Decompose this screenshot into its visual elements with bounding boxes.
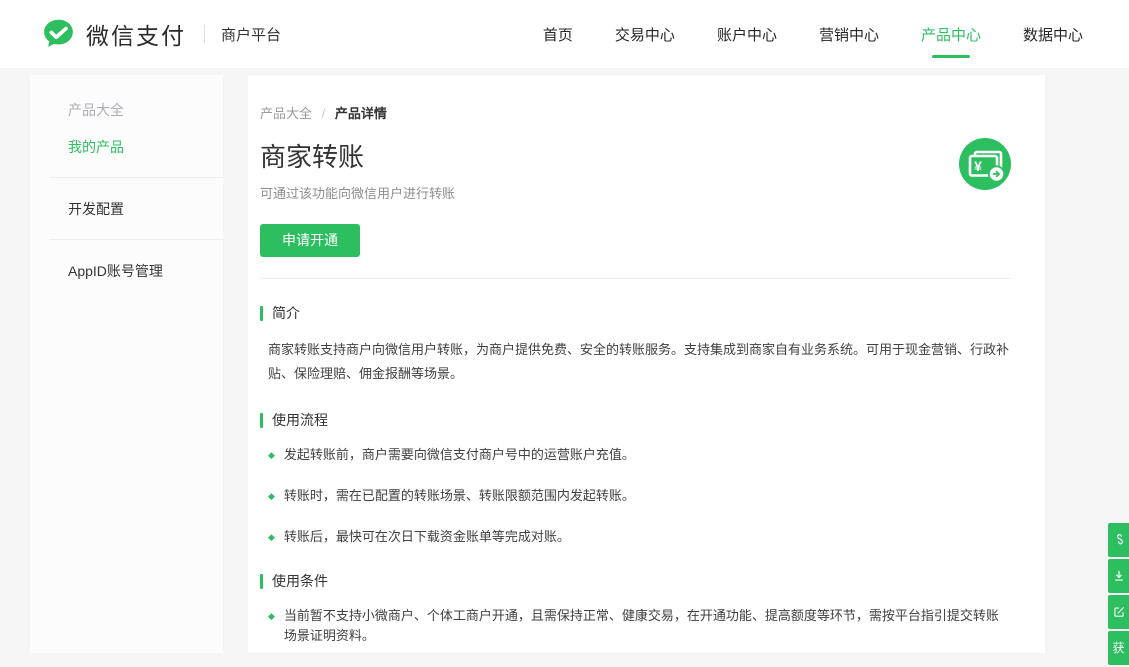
- section-title-bar: [260, 574, 263, 589]
- diamond-bullet-icon: ◆: [268, 445, 275, 465]
- currency-symbol: ¥: [974, 158, 982, 174]
- nav-item-trade[interactable]: 交易中心: [615, 0, 675, 71]
- section-usage-flow: 使用流程 ◆ 发起转账前，商户需要向微信支付商户号中的运营账户充值。 ◆ 转账时，需在已…: [260, 410, 1010, 547]
- sidebar-list: 产品大全我的产品开发配置 AppID账号管理: [30, 103, 223, 279]
- diamond-bullet-icon: ◆: [268, 606, 275, 646]
- bullet-text: 转账后，最快可在次日下载资金账单等完成对账。: [284, 527, 570, 547]
- sidebar-item-all-products[interactable]: 产品大全: [30, 103, 223, 118]
- sidebar-divider: [50, 177, 223, 178]
- top-header: 微信支付 商户平台 首页交易中心账户中心营销中心产品中心数据中心: [0, 0, 1129, 68]
- section-title: 使用流程: [260, 410, 1010, 430]
- edit-icon: [1112, 605, 1126, 619]
- section-body: 商家转账支持商户向微信用户转账，为商户提供免费、安全的转账服务。支持集成到商家自…: [260, 338, 1010, 386]
- bullet-item: ◆ 转账时，需在已配置的转账场景、转账限额范围内发起转账。: [268, 486, 1010, 506]
- breadcrumb-separator: /: [322, 106, 326, 121]
- section-usage-condition: 使用条件 ◆当前暂不支持小微商户、个体工商户开通，且需保持正常、健康交易，在开通功…: [260, 571, 1010, 646]
- nav-item-product[interactable]: 产品中心: [921, 0, 981, 71]
- breadcrumb-parent[interactable]: 产品大全: [260, 106, 312, 121]
- wechat-pay-logo-icon: [40, 16, 77, 53]
- header-content-divider: [260, 278, 1010, 279]
- sidebar-item-appid-manage[interactable]: AppID账号管理: [30, 264, 223, 279]
- download-icon: [1112, 569, 1126, 583]
- section-title-text: 简介: [272, 303, 300, 323]
- float-button-download[interactable]: [1108, 559, 1129, 593]
- s-hook-icon: [1112, 533, 1126, 547]
- product-detail-panel: 产品大全 / 产品详情 商家转账 可通过该功能向微信用户进行转账 申请开通 ¥ …: [248, 75, 1045, 653]
- section-title-bar: [260, 306, 263, 321]
- bullet-item: ◆当前暂不支持小微商户、个体工商户开通，且需保持正常、健康交易，在开通功能、提高…: [268, 606, 1010, 646]
- bullet-item: ◆ 转账后，最快可在次日下载资金账单等完成对账。: [268, 527, 1010, 547]
- breadcrumb: 产品大全 / 产品详情: [260, 103, 1010, 122]
- bullet-item: ◆ 发起转账前，商户需要向微信支付商户号中的运营账户充值。: [268, 445, 1010, 465]
- bullet-text: 发起转账前，商户需要向微信支付商户号中的运营账户充值。: [284, 445, 635, 465]
- float-button-help[interactable]: 获: [1108, 631, 1129, 665]
- main-nav: 首页交易中心账户中心营销中心产品中心数据中心: [543, 0, 1083, 71]
- float-button-feedback[interactable]: [1108, 595, 1129, 629]
- diamond-bullet-icon: ◆: [268, 527, 275, 547]
- sidebar-item-my-products[interactable]: 我的产品: [30, 140, 223, 155]
- bullet-text: 转账时，需在已配置的转账场景、转账限额范围内发起转账。: [284, 486, 635, 506]
- sidebar: 产品大全我的产品开发配置 AppID账号管理: [30, 75, 223, 653]
- section-title: 使用条件: [260, 571, 1010, 591]
- nav-item-account[interactable]: 账户中心: [717, 0, 777, 71]
- section-body: ◆ 发起转账前，商户需要向微信支付商户号中的运营账户充值。 ◆ 转账时，需在已配置的转…: [260, 445, 1010, 547]
- section-title: 简介: [260, 303, 1010, 323]
- section-title-text: 使用条件: [272, 571, 328, 591]
- page-title: 商家转账: [260, 137, 1010, 174]
- merchant-transfer-icon: ¥: [958, 137, 1012, 191]
- nav-item-data[interactable]: 数据中心: [1023, 0, 1083, 71]
- nav-item-marketing[interactable]: 营销中心: [819, 0, 879, 71]
- section-intro: 简介商家转账支持商户向微信用户转账，为商户提供免费、安全的转账服务。支持集成到商…: [260, 303, 1010, 386]
- sections-container: 简介商家转账支持商户向微信用户转账，为商户提供免费、安全的转账服务。支持集成到商…: [260, 303, 1010, 646]
- float-button-hook[interactable]: [1108, 523, 1129, 557]
- sidebar-item-dev-config[interactable]: 开发配置: [30, 202, 223, 217]
- section-paragraph: 商家转账支持商户向微信用户转账，为商户提供免费、安全的转账服务。支持集成到商家自…: [268, 338, 1010, 386]
- brand-name: 微信支付: [86, 17, 186, 51]
- diamond-bullet-icon: ◆: [268, 486, 275, 506]
- section-title-text: 使用流程: [272, 410, 328, 430]
- product-subtitle: 可通过该功能向微信用户进行转账: [260, 183, 1010, 202]
- platform-label: 商户平台: [221, 24, 281, 45]
- floating-toolbar: 获: [1108, 523, 1129, 667]
- sidebar-divider: [50, 239, 223, 240]
- bullet-list: ◆当前暂不支持小微商户、个体工商户开通，且需保持正常、健康交易，在开通功能、提高…: [268, 606, 1010, 646]
- brand-separator: [204, 25, 205, 43]
- section-title-bar: [260, 413, 263, 428]
- breadcrumb-current: 产品详情: [335, 106, 387, 121]
- section-body: ◆当前暂不支持小微商户、个体工商户开通，且需保持正常、健康交易，在开通功能、提高…: [260, 606, 1010, 646]
- bullet-text: 当前暂不支持小微商户、个体工商户开通，且需保持正常、健康交易，在开通功能、提高额…: [284, 606, 1010, 646]
- apply-open-button[interactable]: 申请开通: [260, 224, 360, 257]
- content-area: 产品大全我的产品开发配置 AppID账号管理 产品大全 / 产品详情 商家转账 可…: [0, 68, 1129, 653]
- nav-item-home[interactable]: 首页: [543, 0, 573, 71]
- bullet-list: ◆ 发起转账前，商户需要向微信支付商户号中的运营账户充值。 ◆ 转账时，需在已配置的转…: [268, 445, 1010, 547]
- brand: 微信支付 商户平台: [40, 16, 281, 53]
